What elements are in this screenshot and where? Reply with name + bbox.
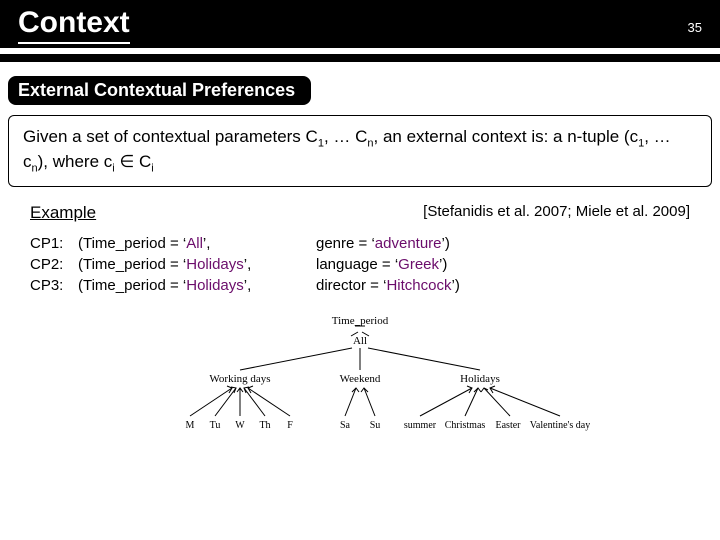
cp-list: CP1: (Time_period = ‘All’, genre = ‘adve… xyxy=(8,233,712,306)
definition-box: Given a set of contextual parameters C1,… xyxy=(8,115,712,187)
tree-leaf-work-1: Tu xyxy=(210,420,221,431)
cp-row-2: CP2: (Time_period = ‘Holidays’, language… xyxy=(30,254,690,275)
example-row: Example [Stefanidis et al. 2007; Miele e… xyxy=(8,203,712,233)
tree-leaf-work-4: F xyxy=(287,420,293,431)
tree-root-label: Time_period xyxy=(332,315,389,327)
tree-top-node: All xyxy=(353,335,367,347)
tree-leaf-weekend-1: Su xyxy=(370,420,381,431)
tree-leaf-hol-2: Easter xyxy=(496,420,522,431)
tree-leaf-weekend-0: Sa xyxy=(340,420,351,431)
definition-text: Given a set of contextual parameters C1,… xyxy=(23,127,671,171)
tree-mid-0: Working days xyxy=(209,373,270,385)
cp-row-1: CP1: (Time_period = ‘All’, genre = ‘adve… xyxy=(30,233,690,254)
tree-leaf-hol-3: Valentine's day xyxy=(530,420,590,431)
tree-leaf-work-2: W xyxy=(235,420,245,431)
cp-row-3: CP3: (Time_period = ‘Holidays’, director… xyxy=(30,275,690,296)
title-underline xyxy=(0,54,720,62)
tree-leaf-hol-1: Christmas xyxy=(445,420,486,431)
tree-leaf-work-0: M xyxy=(186,420,195,431)
example-heading: Example xyxy=(30,203,96,223)
page-number: 35 xyxy=(688,20,702,35)
tree-svg: Time_period All Working days Weekend Hol… xyxy=(130,312,590,452)
tree-diagram: Time_period All Working days Weekend Hol… xyxy=(8,306,712,452)
tree-mid-2: Holidays xyxy=(460,373,500,385)
slide-content: External Contextual Preferences Given a … xyxy=(0,62,720,452)
citation: [Stefanidis et al. 2007; Miele et al. 20… xyxy=(423,203,690,223)
slide-title: Context xyxy=(18,6,130,44)
section-heading: External Contextual Preferences xyxy=(8,76,311,105)
title-bar: Context 35 xyxy=(0,0,720,48)
tree-leaf-work-3: Th xyxy=(259,420,270,431)
tree-mid-1: Weekend xyxy=(340,373,381,385)
tree-leaf-hol-0: summer xyxy=(404,420,437,431)
